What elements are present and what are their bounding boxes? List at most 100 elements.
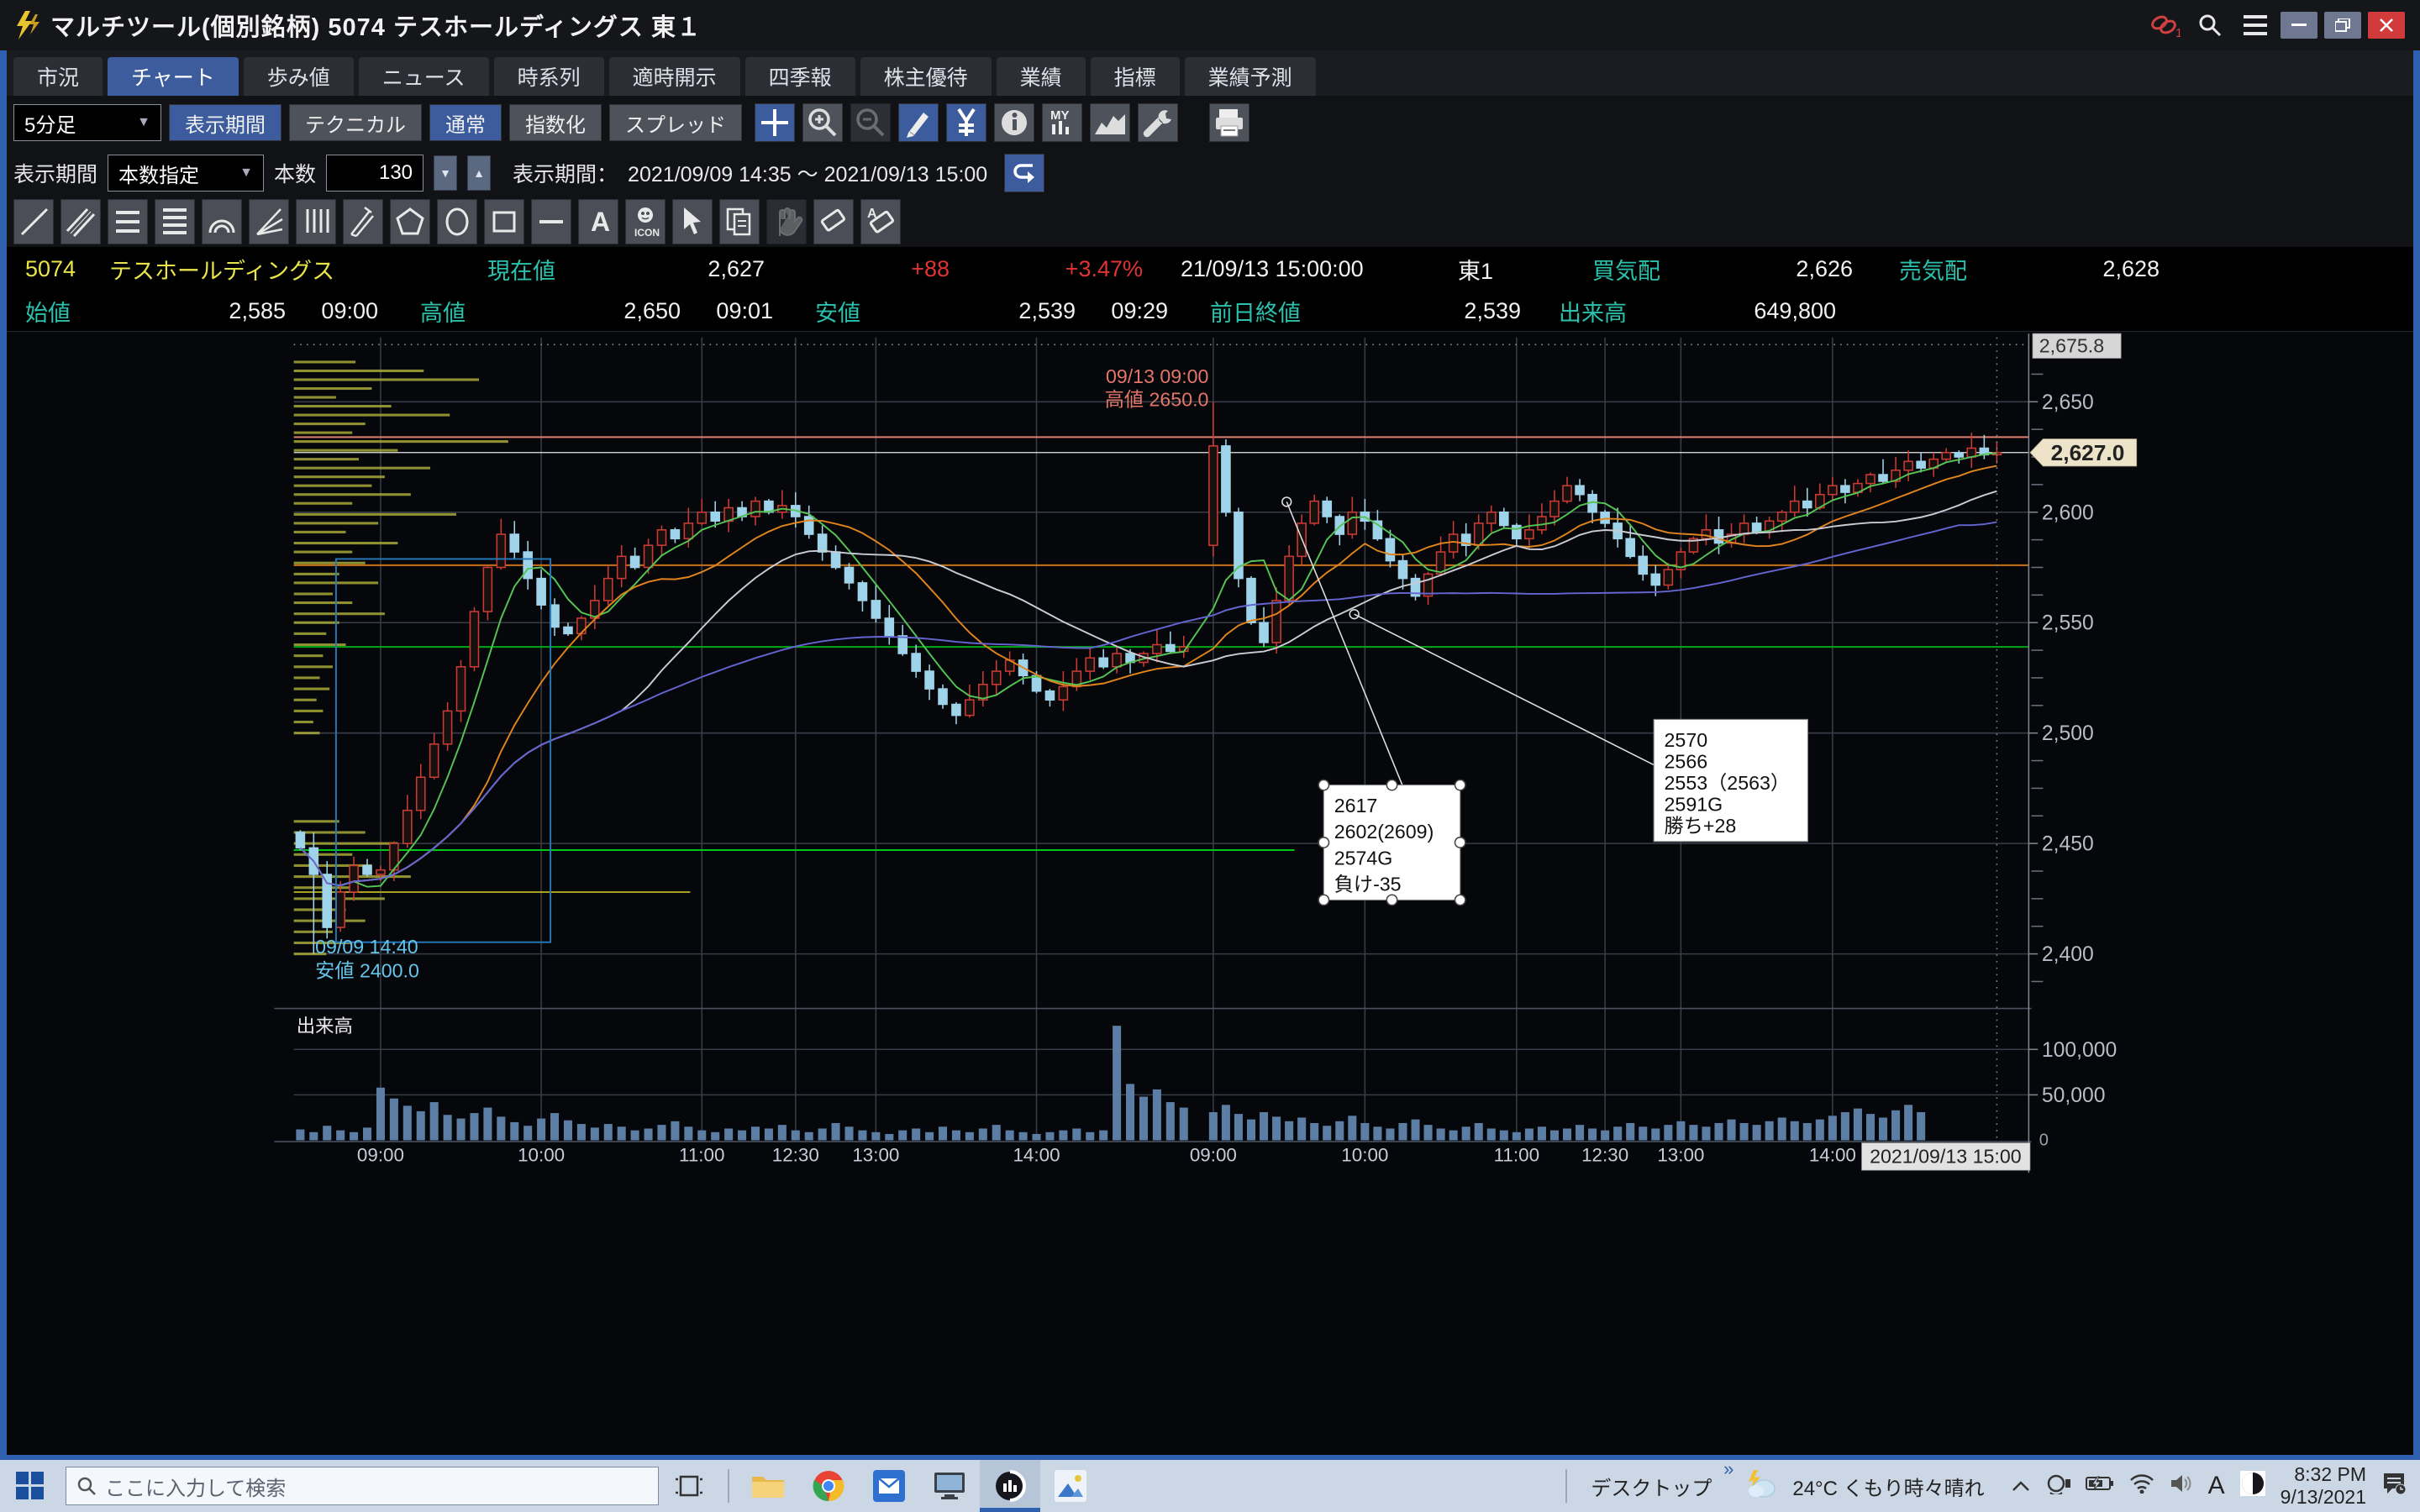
leader-lines[interactable] (1282, 497, 1654, 823)
hyoji-kikan-button[interactable]: 表示期間 (169, 104, 281, 141)
taskbar-clock[interactable]: 8:32 PM9/13/2021 (2281, 1463, 2366, 1509)
count-up-button[interactable]: ▲ (467, 155, 491, 191)
hidden-icons-chevron[interactable] (2012, 1475, 2030, 1497)
tab-gyoseki[interactable]: 業績 (997, 57, 1086, 96)
draw-tool-v-lines-icon[interactable] (296, 199, 336, 244)
tab-shikiho[interactable]: 四季報 (745, 57, 855, 96)
interval-select[interactable]: 5分足▼ (13, 104, 161, 141)
ime-mode-indicator[interactable]: A (2208, 1472, 2225, 1500)
draw-tool-h-segment-icon[interactable] (531, 199, 571, 244)
draw-tool-h-lines-4-icon[interactable] (155, 199, 195, 244)
tab-gyoseki-yosoku[interactable]: 業績予測 (1185, 57, 1316, 96)
task-view-button[interactable] (659, 1460, 719, 1512)
selection-handle[interactable] (1455, 837, 1465, 848)
tab-ayumine[interactable]: 歩み値 (244, 57, 354, 96)
draw-tool-rectangle-icon[interactable] (484, 199, 524, 244)
chrome-icon[interactable] (798, 1460, 859, 1512)
selection-handle[interactable] (1318, 837, 1328, 848)
volume-icon[interactable] (2170, 1473, 2193, 1499)
period-mode-select[interactable]: 本数指定▼ (108, 155, 264, 192)
photos-app-icon[interactable] (1040, 1460, 1101, 1512)
notification-icon[interactable] (2381, 1471, 2407, 1502)
my-chart-icon[interactable]: MY (1042, 103, 1082, 142)
draw-tool-h-lines-3-icon[interactable] (108, 199, 148, 244)
tab-news[interactable]: ニュース (359, 57, 489, 96)
draw-tool-pitchfork-icon[interactable] (343, 199, 383, 244)
draw-tool-trendline-icon[interactable] (13, 199, 54, 244)
tab-yutai[interactable]: 株主優待 (860, 57, 992, 96)
battery-icon[interactable] (2086, 1474, 2114, 1498)
shisuka-button[interactable]: 指数化 (509, 104, 602, 141)
info-icon[interactable] (994, 103, 1034, 142)
technical-button[interactable]: テクニカル (289, 104, 422, 141)
taskbar-search-input[interactable]: ここに入力して検索 (66, 1467, 659, 1505)
weather-icon[interactable] (1744, 1468, 1777, 1504)
count-down-button[interactable]: ▼ (434, 155, 457, 191)
selection-handle[interactable] (1386, 780, 1397, 790)
selection-handle[interactable] (1386, 895, 1397, 905)
price-chart[interactable]: 2,6502,6002,5502,5002,4502,400100,00050,… (0, 331, 2420, 1460)
remote-desktop-icon[interactable] (919, 1460, 980, 1512)
draw-tool-copy-icon[interactable] (719, 199, 760, 244)
count-input[interactable]: 130 (326, 155, 424, 192)
printer-icon[interactable] (1209, 103, 1249, 142)
selection-handle[interactable] (1318, 895, 1328, 905)
selection-handle[interactable] (1455, 895, 1465, 905)
trading-app-icon[interactable] (980, 1460, 1040, 1512)
wrench-icon[interactable] (1138, 103, 1178, 142)
draw-tool-hand-icon[interactable] (766, 199, 807, 244)
search-icon[interactable] (2191, 8, 2228, 42)
yen-icon[interactable] (946, 103, 986, 142)
svg-text:2591G: 2591G (1665, 793, 1723, 815)
camera-icon[interactable] (2045, 1473, 2070, 1500)
close-button[interactable] (2368, 12, 2405, 39)
link-icon[interactable]: 1 (2146, 8, 2183, 42)
weather-text[interactable]: 24°C くもり時々晴れ (1792, 1472, 1984, 1501)
zoom-out-icon[interactable] (850, 103, 891, 142)
minimize-button[interactable] (2281, 12, 2317, 39)
restore-button[interactable] (2324, 12, 2361, 39)
draw-tool-text-icon[interactable]: A (578, 199, 618, 244)
spread-button[interactable]: スプレッド (609, 104, 742, 141)
selection-handle[interactable] (1455, 780, 1465, 790)
toolbar-overflow-chevron[interactable]: » (1723, 1458, 1733, 1480)
zoom-in-icon[interactable] (802, 103, 843, 142)
file-explorer-icon[interactable] (738, 1460, 798, 1512)
crosshair-icon[interactable] (755, 103, 795, 142)
draw-tool-pointer-icon[interactable] (672, 199, 713, 244)
start-button[interactable] (0, 1460, 60, 1512)
pencil-icon[interactable] (898, 103, 939, 142)
menu-icon[interactable] (2237, 8, 2274, 42)
selection-handle[interactable] (1318, 780, 1328, 790)
draw-tool-eraser-all-icon[interactable]: A (860, 199, 901, 244)
tab-jikeiretsu[interactable]: 時系列 (494, 57, 604, 96)
draw-tool-parallel-lines-icon[interactable] (60, 199, 101, 244)
tab-chart[interactable]: チャート (108, 57, 239, 96)
volume-bar (1714, 1123, 1723, 1141)
volume-bar (1126, 1084, 1134, 1140)
draw-tool-ellipse-icon[interactable] (437, 199, 477, 244)
desktop-toolbar[interactable]: デスクトップ » (1591, 1472, 1712, 1501)
wifi-icon[interactable] (2129, 1473, 2154, 1499)
tab-shikyo[interactable]: 市況 (13, 57, 103, 96)
draw-tool-fan-lines-icon[interactable] (249, 199, 289, 244)
note-box2[interactable]: 257025662553（2563）2591G勝ち+28 (1654, 719, 1807, 841)
area-chart-icon[interactable] (1090, 103, 1130, 142)
candle-body (1247, 579, 1255, 623)
tsujo-button[interactable]: 通常 (429, 104, 502, 141)
draw-tool-fib-arc-icon[interactable] (202, 199, 242, 244)
drawn-rectangle-annotation[interactable] (336, 559, 550, 942)
tab-tekiji-kaiji[interactable]: 適時開示 (609, 57, 740, 96)
volume-bar (1398, 1123, 1407, 1141)
ime-kana-indicator[interactable] (2240, 1471, 2265, 1502)
svg-text:0: 0 (2039, 1131, 2049, 1150)
volume-bar (1803, 1123, 1812, 1141)
draw-tool-icon-stamp-icon[interactable]: ICON (625, 199, 666, 244)
tab-shihyo[interactable]: 指標 (1091, 57, 1180, 96)
reload-button[interactable] (1004, 154, 1044, 192)
draw-tool-eraser-icon[interactable] (813, 199, 854, 244)
draw-tool-pentagon-icon[interactable] (390, 199, 430, 244)
note-box1[interactable]: 26172602(2609)2574G負け-35 (1318, 780, 1465, 905)
mail-app-icon[interactable] (859, 1460, 919, 1512)
volume-bar (765, 1128, 773, 1140)
